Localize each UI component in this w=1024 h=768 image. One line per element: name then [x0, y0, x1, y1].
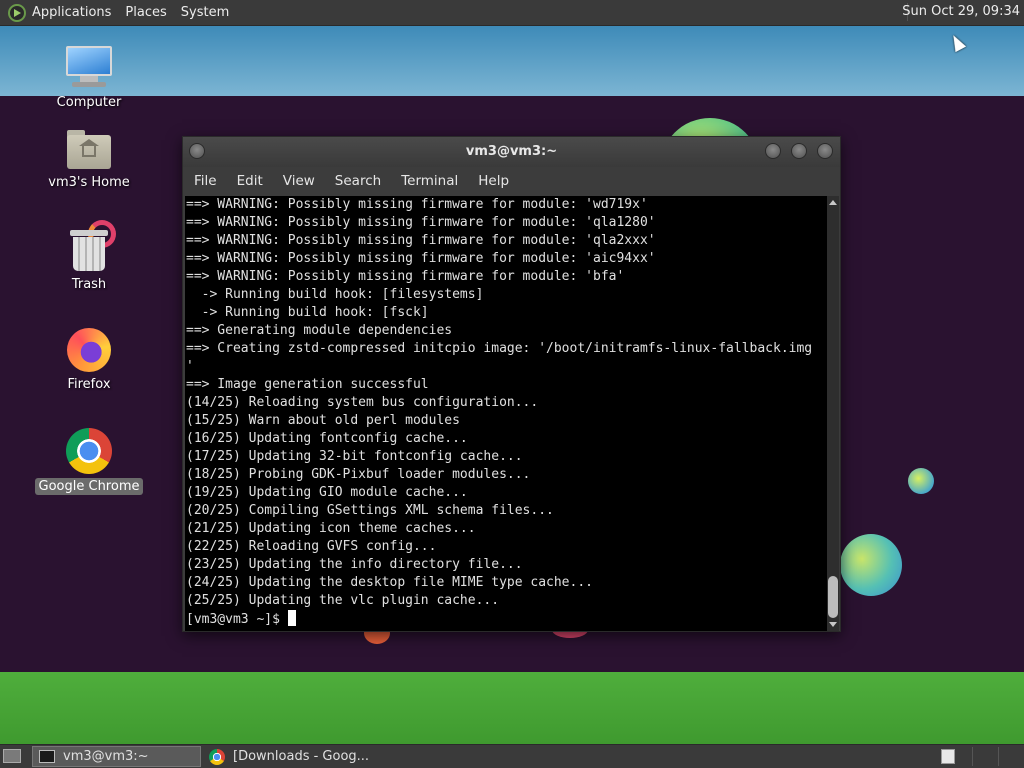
- taskbar-item-label: vm3@vm3:~: [63, 749, 149, 764]
- chrome-icon: [66, 428, 112, 474]
- desktop-icon-label: Google Chrome: [34, 478, 144, 495]
- scrollbar-thumb[interactable]: [828, 576, 838, 618]
- wallpaper-bubble: [840, 534, 902, 596]
- panel-clock[interactable]: Sun Oct 29, 09:34: [902, 4, 1020, 19]
- terminal-line: (23/25) Updating the info directory file…: [186, 557, 523, 572]
- desktop-icon-trash[interactable]: Trash: [34, 220, 144, 293]
- desktop-icon-firefox[interactable]: Firefox: [34, 328, 144, 393]
- computer-icon: [66, 46, 112, 90]
- top-panel: Applications Places System Sun Oct 29, 0…: [0, 0, 1024, 26]
- terminal-line: (18/25) Probing GDK-Pixbuf loader module…: [186, 467, 531, 482]
- terminal-line: (22/25) Reloading GVFS config...: [186, 539, 437, 554]
- terminal-line: ==> WARNING: Possibly missing firmware f…: [186, 269, 625, 284]
- menu-search[interactable]: Search: [325, 173, 391, 189]
- terminal-prompt: [vm3@vm3 ~]$: [186, 612, 288, 627]
- desktop-icon-label: vm3's Home: [48, 175, 130, 190]
- terminal-line: ==> Generating module dependencies: [186, 323, 453, 338]
- menu-edit[interactable]: Edit: [227, 173, 273, 189]
- terminal-line: (24/25) Updating the desktop file MIME t…: [186, 575, 593, 590]
- terminal-line: ==> WARNING: Possibly missing firmware f…: [186, 197, 648, 212]
- workspace-separator: [972, 747, 973, 766]
- terminal-line: (25/25) Updating the vlc plugin cache...: [186, 593, 500, 608]
- home-folder-icon: [67, 130, 111, 170]
- terminal-line: ==> WARNING: Possibly missing firmware f…: [186, 251, 656, 266]
- maximize-button[interactable]: [791, 143, 807, 159]
- taskbar-item-chrome[interactable]: [Downloads - Goog...: [203, 746, 403, 767]
- terminal-menubar: File Edit View Search Terminal Help: [183, 167, 840, 195]
- menu-view[interactable]: View: [273, 173, 325, 189]
- desktop-icon-computer[interactable]: Computer: [34, 46, 144, 111]
- bottom-panel: vm3@vm3:~ [Downloads - Goog...: [0, 744, 1024, 768]
- desktop-icon-home[interactable]: vm3's Home: [34, 130, 144, 191]
- system-menu[interactable]: System: [181, 5, 229, 20]
- window-titlebar[interactable]: vm3@vm3:~: [183, 137, 840, 167]
- chrome-icon: [209, 748, 225, 765]
- places-menu[interactable]: Places: [125, 5, 166, 20]
- terminal-window[interactable]: vm3@vm3:~ File Edit View Search Terminal…: [182, 136, 841, 632]
- wallpaper-grass: [0, 672, 1024, 744]
- terminal-line: (20/25) Compiling GSettings XML schema f…: [186, 503, 554, 518]
- desktop-icon-label: Trash: [71, 277, 107, 292]
- taskbar-item-label: [Downloads - Goog...: [233, 749, 370, 764]
- workspace-switcher-icon[interactable]: [941, 749, 955, 764]
- terminal-line: ==> Image generation successful: [186, 377, 429, 392]
- terminal-line: ==> WARNING: Possibly missing firmware f…: [186, 215, 656, 230]
- desktop-icon-label: Computer: [56, 95, 122, 110]
- terminal-line: ==> WARNING: Possibly missing firmware f…: [186, 233, 656, 248]
- applications-menu[interactable]: Applications: [32, 5, 111, 20]
- trash-icon: [70, 220, 116, 272]
- menu-terminal[interactable]: Terminal: [391, 173, 468, 189]
- terminal-line: (14/25) Reloading system bus configurati…: [186, 395, 539, 410]
- wallpaper-sky: [0, 25, 1024, 96]
- taskbar-item-terminal[interactable]: vm3@vm3:~: [32, 746, 201, 767]
- terminal-line: (16/25) Updating fontconfig cache...: [186, 431, 468, 446]
- terminal-scrollbar[interactable]: [827, 196, 839, 631]
- terminal-output[interactable]: ==> WARNING: Possibly missing firmware f…: [185, 196, 827, 631]
- menu-file[interactable]: File: [183, 173, 227, 189]
- desktop-screen: Applications Places System Sun Oct 29, 0…: [0, 0, 1024, 768]
- terminal-line: ': [186, 359, 194, 374]
- terminal-line: -> Running build hook: [filesystems]: [186, 287, 484, 302]
- distro-logo-icon[interactable]: [8, 3, 26, 22]
- desktop-icon-label: Firefox: [67, 377, 111, 392]
- terminal-line: ==> Creating zstd-compressed initcpio im…: [186, 341, 813, 356]
- terminal-line: (17/25) Updating 32-bit fontconfig cache…: [186, 449, 523, 464]
- scroll-down-arrow-icon[interactable]: [829, 622, 837, 627]
- show-desktop-icon[interactable]: [3, 749, 21, 763]
- terminal-line: (19/25) Updating GIO module cache...: [186, 485, 468, 500]
- window-title: vm3@vm3:~: [465, 144, 558, 159]
- terminal-prompt-line[interactable]: [vm3@vm3 ~]$: [185, 610, 827, 628]
- terminal-line: (21/25) Updating icon theme caches...: [186, 521, 476, 536]
- terminal-icon: [39, 750, 55, 763]
- terminal-line: -> Running build hook: [fsck]: [186, 305, 429, 320]
- menu-help[interactable]: Help: [468, 173, 519, 189]
- terminal-line: (15/25) Warn about old perl modules: [186, 413, 460, 428]
- scroll-up-arrow-icon[interactable]: [829, 200, 837, 205]
- close-button[interactable]: [817, 143, 833, 159]
- firefox-icon: [67, 328, 111, 372]
- desktop-icon-chrome[interactable]: Google Chrome: [34, 428, 144, 495]
- minimize-button[interactable]: [765, 143, 781, 159]
- wallpaper-bubble: [908, 468, 934, 494]
- terminal-cursor: [287, 610, 296, 626]
- workspace-separator: [998, 747, 999, 766]
